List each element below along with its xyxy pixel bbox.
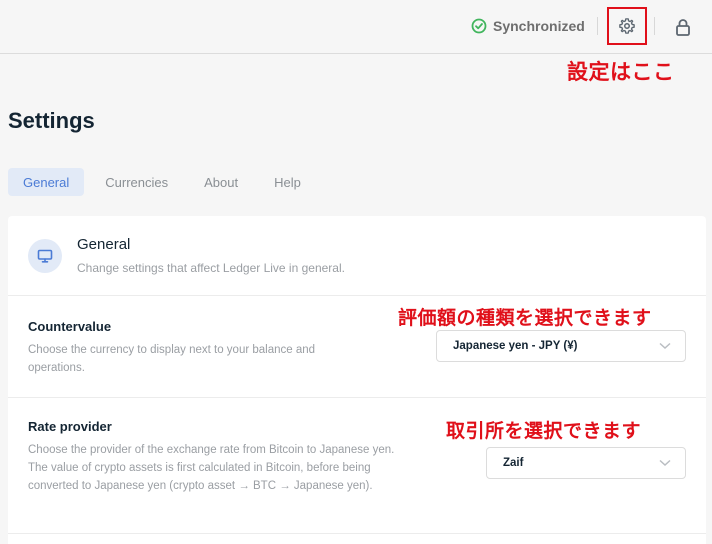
countervalue-selected: Japanese yen - JPY (¥) xyxy=(453,340,578,352)
tab-about[interactable]: About xyxy=(189,168,253,196)
tab-help[interactable]: Help xyxy=(259,168,316,196)
countervalue-description: Choose the currency to display next to y… xyxy=(28,344,316,374)
settings-button[interactable] xyxy=(607,7,647,45)
section-icon xyxy=(28,239,62,273)
chevron-down-icon xyxy=(659,459,671,467)
lock-icon xyxy=(676,19,690,36)
lock-button[interactable] xyxy=(672,16,694,38)
tab-general[interactable]: General xyxy=(8,168,85,196)
sync-status: Synchronized xyxy=(471,16,585,36)
annotation-countervalue: 評価額の種類を選択できます xyxy=(398,307,652,329)
monitor-icon xyxy=(37,249,53,263)
gear-icon xyxy=(619,18,635,34)
check-circle-icon xyxy=(471,18,487,34)
countervalue-select[interactable]: Japanese yen - JPY (¥) xyxy=(436,330,686,362)
divider xyxy=(597,17,598,35)
top-bar: Synchronized xyxy=(0,0,712,54)
sync-label: Synchronized xyxy=(493,18,585,34)
section-header: General Change settings that affect Ledg… xyxy=(8,216,706,296)
annotation-settings-here: 設定はここ xyxy=(567,60,675,84)
section-title: General xyxy=(77,236,131,253)
divider xyxy=(654,17,655,35)
settings-tabs: General Currencies About Help xyxy=(8,168,322,196)
rate-provider-description: Choose the provider of the exchange rate… xyxy=(28,444,395,492)
section-description: Change settings that affect Ledger Live … xyxy=(77,261,345,275)
page-title: Settings xyxy=(8,108,95,133)
annotation-rate-provider: 取引所を選択できます xyxy=(446,420,642,442)
rate-provider-title: Rate provider xyxy=(28,419,112,434)
countervalue-title: Countervalue xyxy=(28,319,112,334)
tab-currencies[interactable]: Currencies xyxy=(90,168,183,196)
rate-provider-selected: Zaif xyxy=(503,457,524,469)
chevron-down-icon xyxy=(659,342,671,350)
rate-provider-select[interactable]: Zaif xyxy=(486,447,686,479)
general-settings-card: General Change settings that affect Ledg… xyxy=(8,216,706,544)
